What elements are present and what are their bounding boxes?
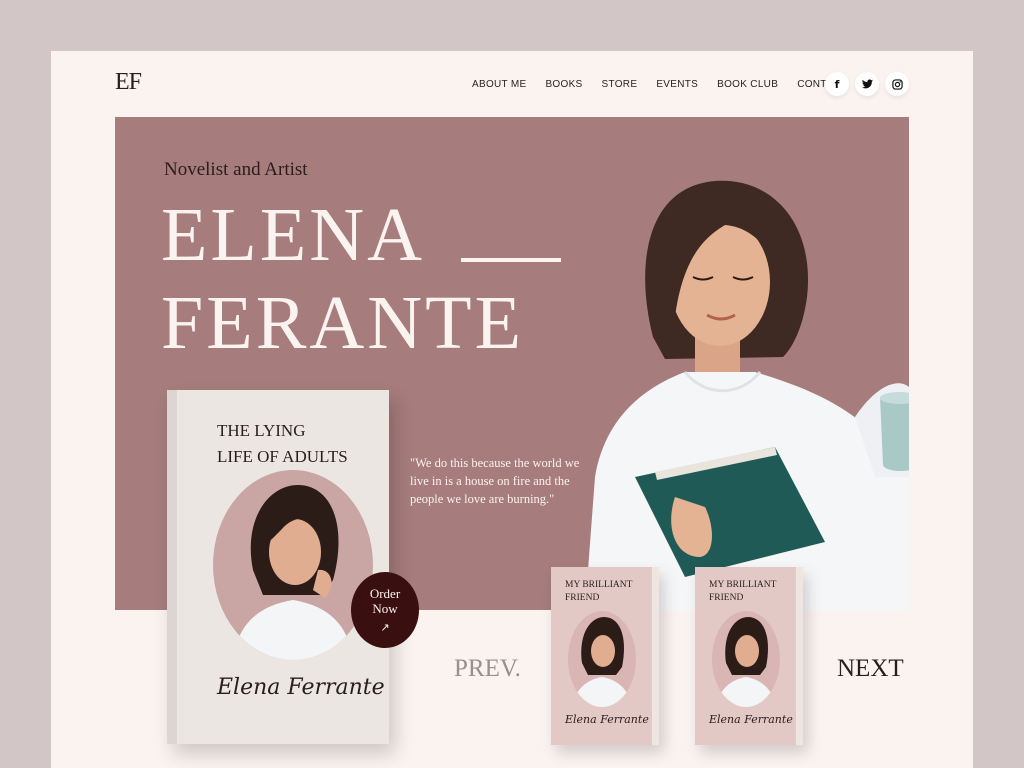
nav-events[interactable]: EVENTS [656, 79, 698, 90]
featured-book-signature: Elena Ferrante [217, 675, 385, 700]
featured-book-title-line1: THE LYING [217, 421, 306, 440]
carousel-book-1[interactable]: MY BRILLIANT FRIEND Elena Ferrante [551, 567, 659, 745]
carousel-book-portrait [568, 611, 636, 707]
site-logo[interactable]: EF [115, 69, 142, 96]
next-button[interactable]: NEXT [837, 655, 904, 683]
order-now-button[interactable]: Order Now ↗ [351, 572, 419, 648]
carousel-book-portrait [712, 611, 780, 707]
carousel-book-title-line2: FRIEND [709, 593, 744, 603]
author-photo [585, 180, 909, 610]
nav-about-me[interactable]: ABOUT ME [472, 79, 526, 90]
carousel-book-signature: Elena Ferrante [709, 713, 793, 726]
hero-tagline: Novelist and Artist [164, 159, 308, 180]
featured-book-cover[interactable]: THE LYING LIFE OF ADULTS Elena Ferrante [167, 390, 389, 744]
carousel-book-title-line1: MY BRILLIANT [565, 580, 633, 590]
order-now-label-1: Order [369, 585, 401, 601]
featured-book-portrait [213, 470, 373, 660]
carousel-book-2[interactable]: MY BRILLIANT FRIEND Elena Ferrante [695, 567, 803, 745]
carousel-book-title: MY BRILLIANT FRIEND [709, 579, 776, 605]
twitter-icon[interactable] [855, 72, 879, 96]
featured-book-title-line2: LIFE OF ADULTS [217, 447, 348, 466]
arrow-up-right-icon: ↗ [380, 620, 390, 634]
instagram-icon[interactable] [885, 72, 909, 96]
hero-last-name: FERANTE [161, 281, 524, 365]
facebook-icon[interactable]: f [825, 72, 849, 96]
nav-books[interactable]: BOOKS [545, 79, 582, 90]
main-nav: ABOUT ME BOOKS STORE EVENTS BOOK CLUB CO… [472, 79, 866, 90]
order-now-label-2: Now [372, 600, 398, 616]
social-links: f [825, 72, 909, 96]
page-card: EF ABOUT ME BOOKS STORE EVENTS BOOK CLUB… [51, 51, 973, 768]
carousel-book-title-line2: FRIEND [565, 593, 600, 603]
carousel-book-title: MY BRILLIANT FRIEND [565, 579, 632, 605]
carousel-book-title-line1: MY BRILLIANT [709, 580, 777, 590]
featured-book-title: THE LYING LIFE OF ADULTS [217, 418, 348, 470]
nav-book-club[interactable]: BOOK CLUB [717, 79, 778, 90]
prev-button[interactable]: PREV. [454, 655, 521, 683]
carousel-book-signature: Elena Ferrante [565, 713, 649, 726]
nav-store[interactable]: STORE [602, 79, 638, 90]
hero-first-name: ELENA [161, 193, 426, 277]
